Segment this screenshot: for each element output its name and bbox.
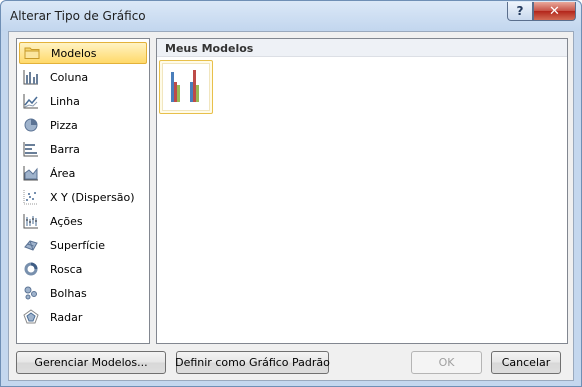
category-item-bolhas[interactable]: Bolhas [19, 282, 147, 304]
radar-chart-icon [23, 309, 39, 325]
category-label: Rosca [50, 262, 83, 276]
category-item-radar[interactable]: Radar [19, 306, 147, 328]
help-icon: ? [516, 4, 524, 18]
folder-icon [24, 45, 40, 61]
category-item-area[interactable]: Área [19, 162, 147, 184]
ok-button[interactable]: OK [411, 351, 482, 374]
manage-templates-button[interactable]: Gerenciar Modelos... [16, 351, 166, 374]
chart-gallery-pane: Meus Modelos [156, 38, 568, 344]
close-button[interactable]: ✕ [533, 2, 576, 21]
category-item-superficie[interactable]: Superfície [19, 234, 147, 256]
set-default-chart-button[interactable]: Definir como Gráfico Padrão [175, 351, 330, 374]
category-label: Área [50, 166, 76, 180]
category-label: Barra [50, 142, 80, 156]
category-item-barra[interactable]: Barra [19, 138, 147, 160]
close-icon: ✕ [549, 3, 560, 19]
category-item-dispersao[interactable]: X Y (Dispersão) [19, 186, 147, 208]
category-item-rosca[interactable]: Rosca [19, 258, 147, 280]
category-item-acoes[interactable]: Ações [19, 210, 147, 232]
category-label: Pizza [50, 118, 78, 132]
surface-chart-icon [23, 237, 39, 253]
column-chart-icon [23, 69, 39, 85]
category-label: Radar [50, 310, 83, 324]
category-label: Ações [50, 214, 83, 228]
cancel-button[interactable]: Cancelar [491, 351, 561, 374]
doughnut-chart-icon [23, 261, 39, 277]
dialog-client-area: Modelos Coluna Linha Pizza Barra Área X … [8, 31, 574, 381]
gallery-group-header: Meus Modelos [157, 39, 567, 57]
stock-chart-icon [23, 213, 39, 229]
gallery-group-title: Meus Modelos [165, 42, 254, 55]
category-item-linha[interactable]: Linha [19, 90, 147, 112]
category-label: Coluna [50, 70, 89, 84]
line-chart-icon [23, 93, 39, 109]
set-default-chart-label: Definir como Gráfico Padrão [175, 356, 330, 369]
category-label: Superfície [50, 238, 106, 252]
scatter-chart-icon [23, 189, 39, 205]
window-title: Alterar Tipo de Gráfico [10, 9, 146, 23]
category-label: X Y (Dispersão) [50, 190, 135, 204]
cancel-label: Cancelar [501, 356, 551, 369]
title-bar[interactable]: Alterar Tipo de Gráfico ? ✕ [1, 1, 581, 31]
clustered-column-template-icon [162, 63, 210, 111]
chart-category-list: Modelos Coluna Linha Pizza Barra Área X … [16, 38, 150, 344]
category-item-coluna[interactable]: Coluna [19, 66, 147, 88]
dialog-window: Alterar Tipo de Gráfico ? ✕ Modelos Colu… [0, 0, 582, 387]
help-button[interactable]: ? [507, 2, 533, 21]
category-label: Linha [50, 94, 80, 108]
manage-templates-label: Gerenciar Modelos... [34, 356, 148, 369]
category-label: Bolhas [50, 286, 87, 300]
category-label: Modelos [51, 46, 97, 60]
bar-chart-icon [23, 141, 39, 157]
bubble-chart-icon [23, 285, 39, 301]
area-chart-icon [23, 165, 39, 181]
template-thumbnail[interactable] [159, 60, 213, 114]
ok-label: OK [438, 356, 455, 369]
pie-chart-icon [23, 117, 39, 133]
category-item-pizza[interactable]: Pizza [19, 114, 147, 136]
category-item-modelos[interactable]: Modelos [19, 42, 147, 64]
